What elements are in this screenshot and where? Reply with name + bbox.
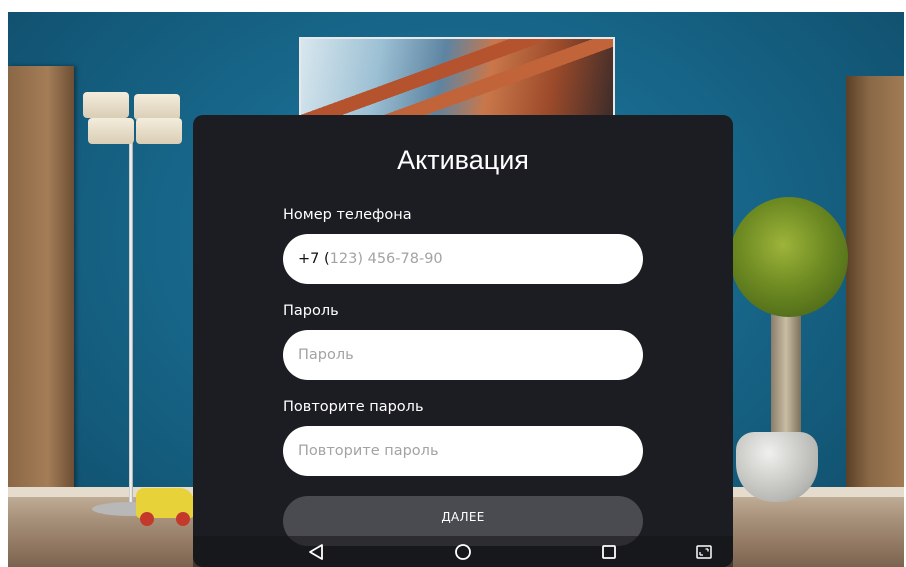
activation-dialog: Активация Номер телефона +7 (123) 456-78… bbox=[193, 115, 733, 567]
password-input[interactable] bbox=[298, 347, 628, 363]
repeat-password-label: Повторите пароль bbox=[283, 399, 424, 415]
repeat-password-field[interactable] bbox=[283, 426, 643, 476]
dialog-title: Активация bbox=[397, 145, 529, 175]
navigation-bar bbox=[193, 536, 733, 567]
password-field[interactable] bbox=[283, 330, 643, 380]
right-cabinet bbox=[846, 76, 904, 526]
toy-car bbox=[136, 488, 194, 526]
home-circle-icon[interactable] bbox=[452, 541, 474, 563]
phone-prefix: +7 ( bbox=[298, 251, 330, 267]
lamp-shade bbox=[83, 92, 129, 118]
phone-label: Номер телефона bbox=[283, 207, 412, 223]
bonsai-crown bbox=[730, 197, 848, 317]
phone-mask: 123) 456-78-90 bbox=[329, 251, 443, 267]
back-triangle-icon[interactable] bbox=[305, 541, 327, 563]
lamp-shade bbox=[136, 118, 182, 144]
wall-painting bbox=[299, 37, 615, 117]
device-screen: Активация Номер телефона +7 (123) 456-78… bbox=[8, 12, 904, 567]
lamp-shade bbox=[134, 94, 180, 120]
phone-input[interactable]: +7 (123) 456-78-90 bbox=[283, 234, 643, 284]
password-label: Пароль bbox=[283, 303, 339, 319]
recents-square-icon[interactable] bbox=[598, 541, 620, 563]
left-cabinet bbox=[8, 66, 74, 526]
repeat-password-input[interactable] bbox=[298, 443, 628, 459]
lamp-shade bbox=[88, 118, 134, 144]
floor-lamp-pole bbox=[129, 140, 133, 510]
screenshot-icon[interactable] bbox=[693, 541, 715, 563]
plant-pot bbox=[736, 432, 818, 502]
